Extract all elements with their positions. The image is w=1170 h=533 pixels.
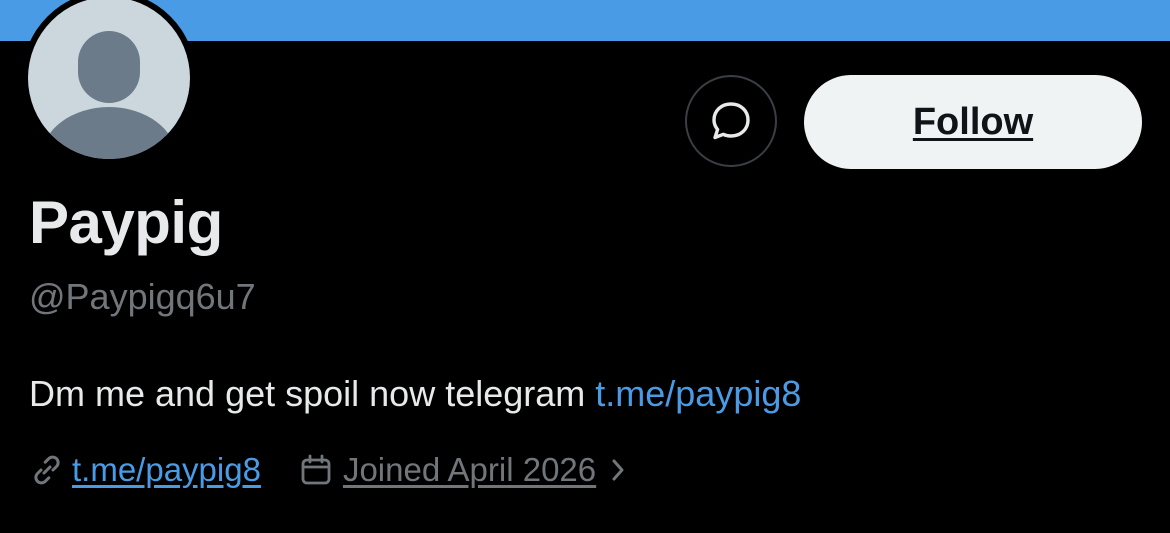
link-icon	[30, 453, 64, 487]
profile-meta: t.me/paypig8 Joined April 2026	[30, 448, 628, 492]
bio-link[interactable]: t.me/paypig8	[595, 373, 801, 414]
avatar[interactable]	[28, 0, 190, 159]
default-avatar-icon	[41, 31, 177, 159]
chevron-right-icon[interactable]	[608, 455, 628, 485]
follow-button[interactable]: Follow	[804, 75, 1142, 169]
bio-text: Dm me and get spoil now telegram	[29, 373, 596, 414]
username-handle: @Paypigq6u7	[29, 276, 256, 317]
website-link[interactable]: t.me/paypig8	[72, 451, 261, 489]
follow-button-label: Follow	[912, 100, 1034, 143]
message-bubble-icon	[708, 98, 754, 144]
bio: Dm me and get spoil now telegram t.me/pa…	[29, 373, 801, 415]
joined-date[interactable]: Joined April 2026	[343, 451, 596, 489]
display-name: Paypig	[29, 189, 223, 256]
calendar-icon	[299, 453, 333, 487]
message-button[interactable]	[685, 75, 777, 167]
